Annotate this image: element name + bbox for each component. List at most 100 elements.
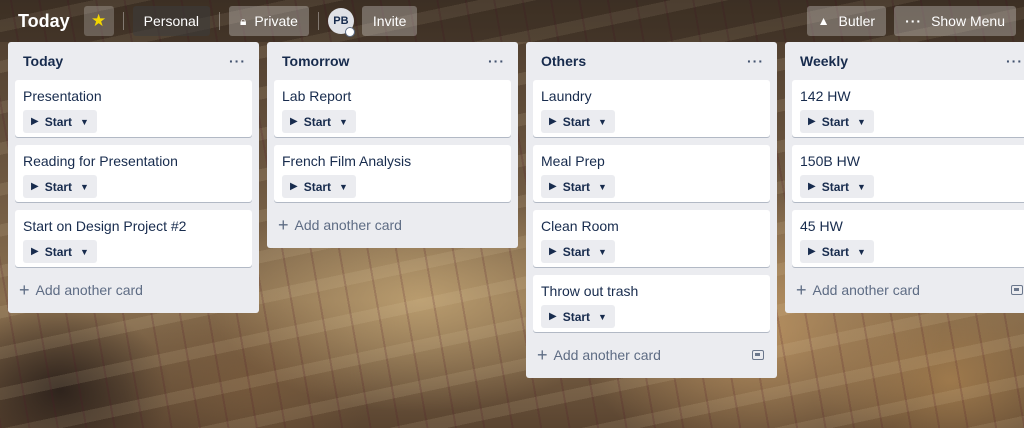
list-title[interactable]: Others [541, 53, 586, 69]
list-others: Others ··· Laundry ▶ Start ▼ Meal Prep ▶… [526, 42, 777, 378]
start-button[interactable]: ▶ Start ▼ [23, 110, 97, 133]
card[interactable]: Reading for Presentation ▶ Start ▼ [15, 145, 252, 202]
start-button[interactable]: ▶ Start ▼ [541, 110, 615, 133]
add-card-left: + Add another card [278, 216, 402, 234]
card-title: 45 HW [800, 218, 843, 234]
list-menu-icon[interactable]: ··· [229, 53, 246, 69]
list-menu-icon[interactable]: ··· [1006, 53, 1023, 69]
more-dots-icon: ··· [905, 13, 923, 29]
visibility-label: Private [254, 13, 298, 29]
start-label: Start [821, 114, 850, 129]
card-title: Meal Prep [541, 153, 605, 169]
chevron-down-icon: ▼ [857, 246, 866, 257]
play-icon: ▶ [549, 116, 557, 127]
play-icon: ▶ [31, 181, 39, 192]
start-label: Start [562, 244, 591, 259]
card[interactable]: Throw out trash ▶ Start ▼ [533, 275, 770, 332]
add-card-label: Add another card [812, 282, 920, 298]
add-card-left: + Add another card [19, 281, 143, 299]
list-title[interactable]: Weekly [800, 53, 848, 69]
visibility-button[interactable]: 🔒︎ Private [228, 6, 309, 36]
avatar-initials: PB [333, 15, 349, 27]
card-template-icon[interactable] [1011, 285, 1023, 295]
start-label: Start [303, 179, 332, 194]
play-icon: ▶ [808, 246, 816, 257]
chevron-down-icon: ▼ [598, 181, 607, 192]
card-title: French Film Analysis [282, 153, 412, 169]
card[interactable]: Start on Design Project #2 ▶ Start ▼ [15, 210, 252, 267]
show-menu-button[interactable]: ··· Show Menu [894, 6, 1016, 36]
board-lists: Today ··· Presentation ▶ Start ▼ Reading… [8, 42, 1024, 378]
list-title[interactable]: Today [23, 53, 63, 69]
card[interactable]: French Film Analysis ▶ Start ▼ [274, 145, 511, 202]
plus-icon: + [796, 280, 807, 300]
play-icon: ▶ [290, 116, 298, 127]
start-button[interactable]: ▶ Start ▼ [541, 240, 615, 263]
list-header: Others ··· [533, 42, 770, 80]
card[interactable]: Lab Report ▶ Start ▼ [274, 80, 511, 137]
invite-button[interactable]: Invite [361, 6, 418, 36]
plus-icon: + [19, 280, 30, 300]
start-label: Start [44, 244, 73, 259]
add-card-button[interactable]: + Add another card [15, 275, 252, 305]
start-label: Start [562, 309, 591, 324]
add-card-button[interactable]: + Add another card [533, 340, 770, 370]
list-menu-icon[interactable]: ··· [747, 53, 764, 69]
add-card-label: Add another card [35, 282, 143, 298]
member-avatar[interactable]: PB [327, 8, 355, 37]
start-button[interactable]: ▶ Start ▼ [800, 175, 874, 198]
card-title: 142 HW [800, 88, 851, 104]
play-icon: ▶ [31, 116, 39, 127]
play-icon: ▶ [549, 311, 557, 322]
start-button[interactable]: ▶ Start ▼ [282, 110, 356, 133]
chevron-down-icon: ▼ [598, 311, 607, 322]
card-title: Presentation [23, 88, 102, 104]
start-button[interactable]: ▶ Start ▼ [800, 240, 874, 263]
list-today: Today ··· Presentation ▶ Start ▼ Reading… [8, 42, 259, 313]
card[interactable]: Meal Prep ▶ Start ▼ [533, 145, 770, 202]
list-header: Today ··· [15, 42, 252, 80]
board-header: Today ★ Personal 🔒︎ Private PB Invite ▲ … [0, 0, 1024, 42]
start-label: Start [562, 179, 591, 194]
start-button[interactable]: ▶ Start ▼ [23, 175, 97, 198]
card[interactable]: 150B HW ▶ Start ▼ [792, 145, 1024, 202]
card[interactable]: Laundry ▶ Start ▼ [533, 80, 770, 137]
list-menu-icon[interactable]: ··· [488, 53, 505, 69]
start-button[interactable]: ▶ Start ▼ [800, 110, 874, 133]
start-label: Start [821, 244, 850, 259]
card-title: Throw out trash [541, 283, 639, 299]
admin-badge-icon [344, 27, 355, 37]
card-title: Clean Room [541, 218, 619, 234]
card[interactable]: Presentation ▶ Start ▼ [15, 80, 252, 137]
add-card-button[interactable]: + Add another card [792, 275, 1024, 305]
personal-team-button[interactable]: Personal [132, 6, 210, 36]
card[interactable]: 142 HW ▶ Start ▼ [792, 80, 1024, 137]
start-button[interactable]: ▶ Start ▼ [541, 305, 615, 328]
star-board-button[interactable]: ★ [83, 6, 114, 36]
card-template-icon[interactable] [752, 350, 764, 360]
list-title[interactable]: Tomorrow [282, 53, 349, 69]
header-divider [317, 12, 319, 30]
start-button[interactable]: ▶ Start ▼ [541, 175, 615, 198]
header-divider [122, 12, 124, 30]
card-title: Start on Design Project #2 [23, 218, 187, 234]
card-title: Laundry [541, 88, 592, 104]
chevron-down-icon: ▼ [80, 246, 89, 257]
card-title: 150B HW [800, 153, 860, 169]
start-button[interactable]: ▶ Start ▼ [23, 240, 97, 263]
butler-button[interactable]: ▲ Butler [806, 6, 887, 36]
card[interactable]: 45 HW ▶ Start ▼ [792, 210, 1024, 267]
card-title: Reading for Presentation [23, 153, 178, 169]
add-card-left: + Add another card [796, 281, 920, 299]
play-icon: ▶ [31, 246, 39, 257]
start-button[interactable]: ▶ Start ▼ [282, 175, 356, 198]
add-card-button[interactable]: + Add another card [274, 210, 511, 240]
board-title[interactable]: Today [18, 11, 70, 32]
start-label: Start [821, 179, 850, 194]
header-divider [218, 12, 220, 30]
chevron-down-icon: ▼ [339, 116, 348, 127]
chevron-down-icon: ▼ [339, 181, 348, 192]
list-header: Weekly ··· [792, 42, 1024, 80]
card[interactable]: Clean Room ▶ Start ▼ [533, 210, 770, 267]
play-icon: ▶ [808, 116, 816, 127]
